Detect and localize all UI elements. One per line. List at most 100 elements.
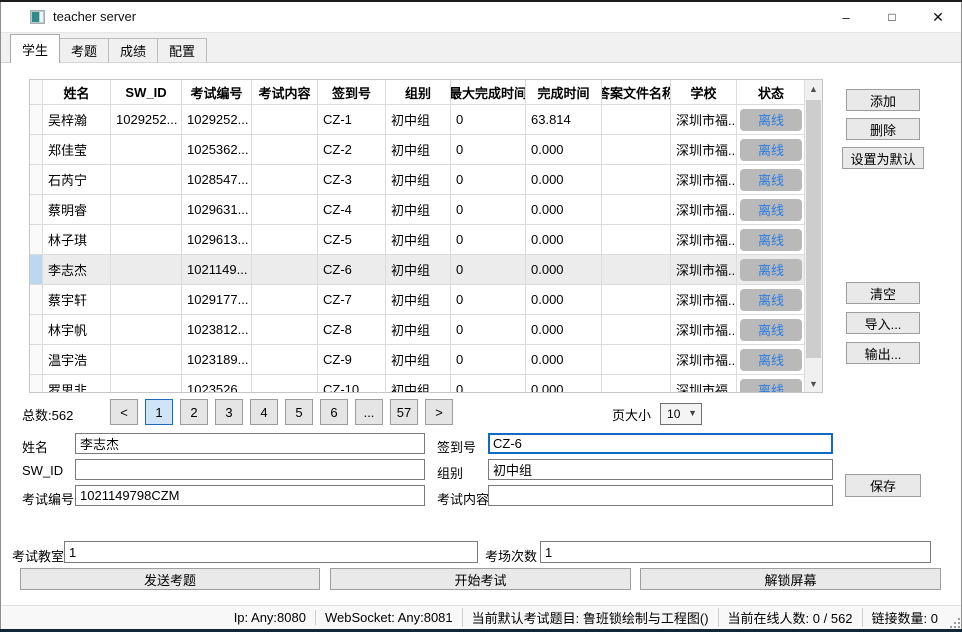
column-header[interactable]: 最大完成时间 bbox=[451, 80, 526, 105]
page-button-4[interactable]: 4 bbox=[250, 399, 278, 425]
resize-grip[interactable] bbox=[950, 618, 960, 628]
checkin-field[interactable] bbox=[488, 433, 833, 454]
add-button[interactable]: 添加 bbox=[846, 89, 920, 111]
status-badge[interactable]: 离线 bbox=[740, 139, 802, 161]
scrollbar-thumb[interactable] bbox=[806, 100, 821, 358]
status-badge[interactable]: 离线 bbox=[740, 289, 802, 311]
table-row[interactable]: 郑佳莹1025362...CZ-2初中组00.000深圳市福...离线 bbox=[30, 135, 806, 165]
table-cell: 0.000 bbox=[526, 225, 602, 255]
import-button[interactable]: 导入... bbox=[846, 312, 920, 334]
tab-成绩[interactable]: 成绩 bbox=[108, 38, 158, 62]
table-row[interactable]: 吴梓瀚1029252...1029252...CZ-1初中组063.814深圳市… bbox=[30, 105, 806, 135]
row-header-cell bbox=[30, 285, 43, 315]
table-cell bbox=[602, 255, 671, 285]
page-button-1[interactable]: 1 bbox=[145, 399, 173, 425]
page-button-6[interactable]: 6 bbox=[320, 399, 348, 425]
column-header[interactable]: SW_ID bbox=[111, 80, 182, 105]
save-button[interactable]: 保存 bbox=[845, 474, 921, 497]
table-row[interactable]: 林子琪1029613...CZ-5初中组00.000深圳市福...离线 bbox=[30, 225, 806, 255]
tab-考题[interactable]: 考题 bbox=[59, 38, 109, 62]
table-cell bbox=[602, 165, 671, 195]
group-field[interactable] bbox=[488, 459, 833, 480]
column-header[interactable]: 完成时间 bbox=[526, 80, 602, 105]
table-cell: 0.000 bbox=[526, 345, 602, 375]
table-cell bbox=[602, 135, 671, 165]
status-cell: 离线 bbox=[737, 135, 806, 165]
table-cell bbox=[111, 135, 182, 165]
table-cell: 0 bbox=[451, 165, 526, 195]
table-cell: 0 bbox=[451, 105, 526, 135]
set-default-button[interactable]: 设置为默认 bbox=[842, 147, 924, 169]
column-header[interactable]: 状态 bbox=[737, 80, 806, 105]
status-cell: 离线 bbox=[737, 345, 806, 375]
next-page-button[interactable]: > bbox=[425, 399, 453, 425]
clear-button[interactable]: 清空 bbox=[846, 282, 920, 304]
status-badge[interactable]: 离线 bbox=[740, 169, 802, 191]
start-exam-button[interactable]: 开始考试 bbox=[330, 568, 631, 590]
status-badge[interactable]: 离线 bbox=[740, 259, 802, 281]
status-cell: 离线 bbox=[737, 285, 806, 315]
column-header[interactable]: 学校 bbox=[671, 80, 737, 105]
table-cell: CZ-7 bbox=[318, 285, 386, 315]
table-cell: 0 bbox=[451, 255, 526, 285]
table-cell bbox=[111, 285, 182, 315]
status-badge[interactable]: 离线 bbox=[740, 379, 802, 394]
column-header[interactable]: 组别 bbox=[386, 80, 451, 105]
column-header[interactable]: 姓名 bbox=[43, 80, 111, 105]
column-header[interactable]: 答案文件名称 bbox=[602, 80, 671, 105]
page-button-2[interactable]: 2 bbox=[180, 399, 208, 425]
table-row[interactable]: 罗思非1023526...CZ-10初中组00.000深圳市福...离线 bbox=[30, 375, 806, 393]
scroll-up-icon[interactable]: ▲ bbox=[805, 80, 822, 97]
page-button-57[interactable]: 57 bbox=[390, 399, 418, 425]
table-cell: 0.000 bbox=[526, 375, 602, 393]
status-badge[interactable]: 离线 bbox=[740, 229, 802, 251]
column-header[interactable]: 考试编号 bbox=[182, 80, 252, 105]
table-cell: 0.000 bbox=[526, 315, 602, 345]
table-cell bbox=[111, 255, 182, 285]
close-icon[interactable]: ✕ bbox=[915, 2, 961, 32]
table-row[interactable]: 李志杰1021149...CZ-6初中组00.000深圳市福...离线 bbox=[30, 255, 806, 285]
vertical-scrollbar[interactable]: ▲ ▼ bbox=[804, 80, 822, 392]
swid-field[interactable] bbox=[75, 459, 425, 480]
page-size-select[interactable]: 10 ▼ bbox=[660, 403, 702, 425]
row-header-cell bbox=[30, 135, 43, 165]
table-row[interactable]: 温宇浩1023189...CZ-9初中组00.000深圳市福...离线 bbox=[30, 345, 806, 375]
status-badge[interactable]: 离线 bbox=[740, 349, 802, 371]
table-cell: 深圳市福... bbox=[671, 375, 737, 393]
session-count-field[interactable] bbox=[540, 541, 931, 563]
export-button[interactable]: 输出... bbox=[846, 342, 920, 364]
status-item: Ip: Any:8080 bbox=[225, 610, 315, 625]
exam-content-field[interactable] bbox=[488, 485, 833, 506]
status-badge[interactable]: 离线 bbox=[740, 199, 802, 221]
delete-button[interactable]: 删除 bbox=[846, 118, 920, 140]
tab-学生[interactable]: 学生 bbox=[10, 34, 60, 63]
table-cell: CZ-3 bbox=[318, 165, 386, 195]
maximize-icon[interactable]: □ bbox=[869, 2, 915, 32]
scroll-down-icon[interactable]: ▼ bbox=[805, 375, 822, 392]
send-questions-button[interactable]: 发送考题 bbox=[20, 568, 320, 590]
classroom-field[interactable] bbox=[64, 541, 478, 563]
students-table: 姓名SW_ID考试编号考试内容签到号组别最大完成时间完成时间答案文件名称学校状态… bbox=[29, 79, 823, 393]
page-ellipsis-button[interactable]: ... bbox=[355, 399, 383, 425]
table-row[interactable]: 石芮宁1028547...CZ-3初中组00.000深圳市福...离线 bbox=[30, 165, 806, 195]
prev-page-button[interactable]: < bbox=[110, 399, 138, 425]
status-badge[interactable]: 离线 bbox=[740, 319, 802, 341]
table-row[interactable]: 蔡明睿1029631...CZ-4初中组00.000深圳市福...离线 bbox=[30, 195, 806, 225]
table-cell: CZ-1 bbox=[318, 105, 386, 135]
status-badge[interactable]: 离线 bbox=[740, 109, 802, 131]
column-header[interactable]: 签到号 bbox=[318, 80, 386, 105]
table-cell: 深圳市福... bbox=[671, 225, 737, 255]
tab-配置[interactable]: 配置 bbox=[157, 38, 207, 62]
page-button-3[interactable]: 3 bbox=[215, 399, 243, 425]
name-field[interactable] bbox=[75, 433, 425, 454]
exam-no-field[interactable] bbox=[75, 485, 425, 506]
column-header[interactable]: 考试内容 bbox=[252, 80, 318, 105]
table-row[interactable]: 林宇帆1023812...CZ-8初中组00.000深圳市福...离线 bbox=[30, 315, 806, 345]
table-cell: 0 bbox=[451, 285, 526, 315]
unlock-screen-button[interactable]: 解锁屏幕 bbox=[640, 568, 941, 590]
page-button-5[interactable]: 5 bbox=[285, 399, 313, 425]
row-header-cell bbox=[30, 345, 43, 375]
table-cell: CZ-10 bbox=[318, 375, 386, 393]
table-row[interactable]: 蔡宇轩1029177...CZ-7初中组00.000深圳市福...离线 bbox=[30, 285, 806, 315]
minimize-icon[interactable]: – bbox=[823, 2, 869, 32]
